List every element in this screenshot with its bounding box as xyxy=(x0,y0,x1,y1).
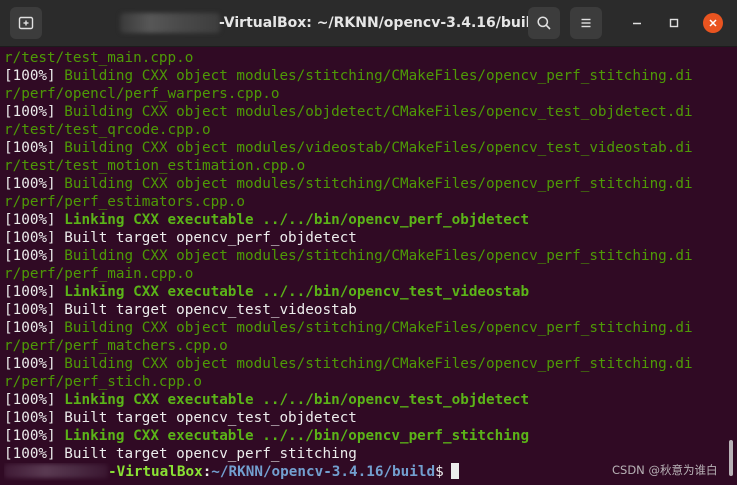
line-text: Building CXX object modules/stitching/CM… xyxy=(64,248,693,264)
text-cursor xyxy=(450,463,459,479)
progress-prefix: [100%] xyxy=(4,356,65,372)
progress-prefix: [100%] xyxy=(4,212,65,228)
terminal-line: r/perf/perf_estimators.cpp.o xyxy=(4,193,737,211)
progress-prefix: [100%] xyxy=(4,230,65,246)
prompt-redacted-username xyxy=(4,464,108,478)
progress-prefix: [100%] xyxy=(4,104,65,120)
maximize-icon xyxy=(669,18,679,28)
terminal-line: [100%] Building CXX object modules/stitc… xyxy=(4,355,737,373)
terminal-line: [100%] Building CXX object modules/stitc… xyxy=(4,175,737,193)
terminal-line: [100%] Built target opencv_perf_stitchin… xyxy=(4,445,737,463)
line-text: Built target opencv_test_videostab xyxy=(64,302,357,318)
terminal-line: [100%] Building CXX object modules/video… xyxy=(4,139,737,157)
line-text: Building CXX object modules/stitching/CM… xyxy=(64,68,693,84)
terminal-line: [100%] Building CXX object modules/stitc… xyxy=(4,247,737,265)
prompt-symbol: $ xyxy=(435,464,444,480)
terminal-line: r/test/test_qrcode.cpp.o xyxy=(4,121,737,139)
prompt-colon: : xyxy=(202,464,212,480)
line-text: Built target opencv_perf_stitching xyxy=(64,446,357,462)
line-text: Linking CXX executable ../../bin/opencv_… xyxy=(64,212,530,228)
line-text: Linking CXX executable ../../bin/opencv_… xyxy=(64,284,530,300)
scrollbar[interactable] xyxy=(729,440,733,476)
line-text: Built target opencv_perf_objdetect xyxy=(64,230,357,246)
terminal-line: [100%] Building CXX object modules/objde… xyxy=(4,103,737,121)
line-text: r/perf/perf_main.cpp.o xyxy=(4,266,194,282)
line-text: Building CXX object modules/objdetect/CM… xyxy=(64,104,693,120)
terminal-line: [100%] Building CXX object modules/stitc… xyxy=(4,319,737,337)
prompt-path: ~/RKNN/opencv-3.4.16/build xyxy=(211,464,436,480)
menu-button[interactable] xyxy=(570,7,602,39)
terminal-line: [100%] Linking CXX executable ../../bin/… xyxy=(4,427,737,445)
line-text: r/test/test_main.cpp.o xyxy=(4,50,194,66)
terminal-line: r/test/test_main.cpp.o xyxy=(4,49,737,67)
hamburger-menu-icon xyxy=(581,18,591,28)
line-text: Linking CXX executable ../../bin/opencv_… xyxy=(64,392,530,408)
terminal-line: [100%] Building CXX object modules/stitc… xyxy=(4,67,737,85)
progress-prefix: [100%] xyxy=(4,392,65,408)
watermark: CSDN @秋意为谁白 xyxy=(612,463,718,477)
minimize-button[interactable] xyxy=(627,13,647,33)
line-text: r/perf/perf_matchers.cpp.o xyxy=(4,338,228,354)
progress-prefix: [100%] xyxy=(4,176,65,192)
terminal-output[interactable]: r/test/test_main.cpp.o [100%] Building CX… xyxy=(0,49,737,485)
terminal-line: r/perf/perf_main.cpp.o xyxy=(4,265,737,283)
maximize-button[interactable] xyxy=(664,13,684,33)
search-button[interactable] xyxy=(528,7,560,39)
minimize-icon xyxy=(633,22,641,25)
line-text: Linking CXX executable ../../bin/opencv_… xyxy=(64,428,530,444)
terminal-line: [100%] Linking CXX executable ../../bin/… xyxy=(4,211,737,229)
close-icon xyxy=(709,19,717,27)
line-text: Building CXX object modules/videostab/CM… xyxy=(64,140,693,156)
progress-prefix: [100%] xyxy=(4,446,65,462)
new-tab-button[interactable] xyxy=(10,7,42,39)
terminal-line: [100%] Linking CXX executable ../../bin/… xyxy=(4,283,737,301)
line-text: Building CXX object modules/stitching/CM… xyxy=(64,320,693,336)
new-tab-icon xyxy=(18,16,34,30)
line-text: Building CXX object modules/stitching/CM… xyxy=(64,176,693,192)
line-text: Building CXX object modules/stitching/CM… xyxy=(64,356,693,372)
terminal-line: [100%] Linking CXX executable ../../bin/… xyxy=(4,391,737,409)
terminal-line: r/perf/perf_matchers.cpp.o xyxy=(4,337,737,355)
progress-prefix: [100%] xyxy=(4,248,65,264)
line-text: r/perf/perf_stich.cpp.o xyxy=(4,374,202,390)
search-icon xyxy=(537,16,551,30)
terminal-window: -VirtualBox: ~/RKNN/opencv-3.4.16/build xyxy=(0,0,737,485)
terminal-line: [100%] Built target opencv_perf_objdetec… xyxy=(4,229,737,247)
progress-prefix: [100%] xyxy=(4,428,65,444)
progress-prefix: [100%] xyxy=(4,140,65,156)
prompt-host: -VirtualBox xyxy=(108,464,203,480)
progress-prefix: [100%] xyxy=(4,302,65,318)
terminal-line: [100%] Built target opencv_test_objdetec… xyxy=(4,409,737,427)
terminal-line: r/perf/opencl/perf_warpers.cpp.o xyxy=(4,85,737,103)
close-button[interactable] xyxy=(703,13,723,33)
title-bar: -VirtualBox: ~/RKNN/opencv-3.4.16/build xyxy=(0,0,737,47)
progress-prefix: [100%] xyxy=(4,410,65,426)
terminal-line: [100%] Built target opencv_test_videosta… xyxy=(4,301,737,319)
progress-prefix: [100%] xyxy=(4,284,65,300)
line-text: r/perf/perf_estimators.cpp.o xyxy=(4,194,246,210)
line-text: r/test/test_motion_estimation.cpp.o xyxy=(4,158,306,174)
title-redacted-username xyxy=(120,13,220,33)
progress-prefix: [100%] xyxy=(4,68,65,84)
window-title: -VirtualBox: ~/RKNN/opencv-3.4.16/build xyxy=(219,15,541,31)
terminal-line: r/perf/perf_stich.cpp.o xyxy=(4,373,737,391)
line-text: Built target opencv_test_objdetect xyxy=(64,410,357,426)
terminal-line: r/test/test_motion_estimation.cpp.o xyxy=(4,157,737,175)
progress-prefix: [100%] xyxy=(4,320,65,336)
line-text: r/perf/opencl/perf_warpers.cpp.o xyxy=(4,86,280,102)
line-text: r/test/test_qrcode.cpp.o xyxy=(4,122,211,138)
